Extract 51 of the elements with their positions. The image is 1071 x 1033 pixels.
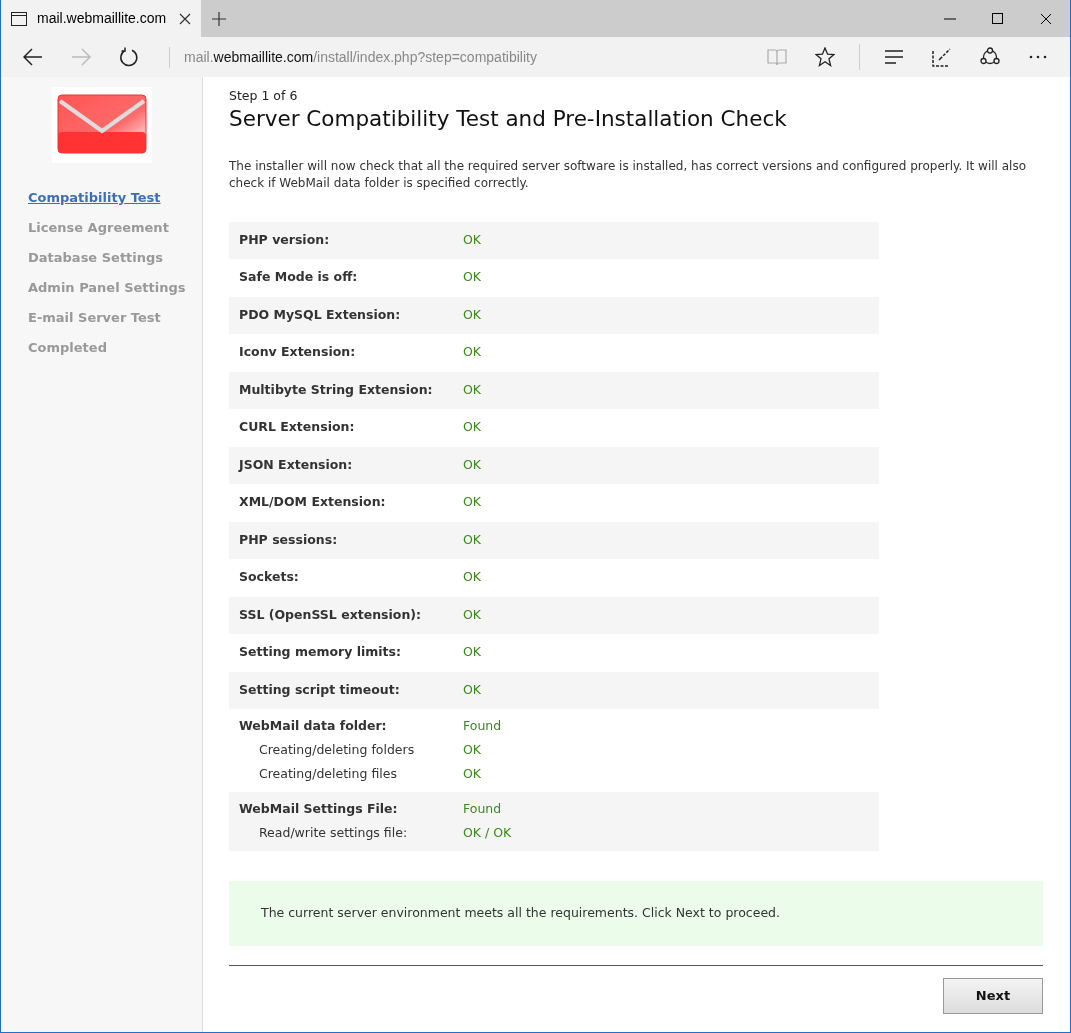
check-status: OK / OK xyxy=(463,823,512,842)
check-status: OK xyxy=(463,740,482,759)
check-label: Safe Mode is off: xyxy=(239,268,359,287)
check-status: OK xyxy=(463,230,482,249)
check-label: WebMail Settings File: xyxy=(239,799,399,818)
step-link[interactable]: Completed xyxy=(28,333,202,363)
close-icon[interactable] xyxy=(179,12,191,25)
step-link[interactable]: Compatibility Test xyxy=(28,183,202,213)
check-label: JSON Extension: xyxy=(239,455,354,474)
check-status: OK xyxy=(463,380,482,399)
next-button[interactable]: Next xyxy=(943,977,1043,1014)
check-status: OK xyxy=(463,343,482,362)
check-status: OK xyxy=(463,605,482,624)
check-status: OK xyxy=(463,305,482,324)
step-link[interactable]: E-mail Server Test xyxy=(28,303,202,333)
check-status: OK xyxy=(463,530,482,549)
check-status: OK xyxy=(463,764,482,783)
check-label: Multibyte String Extension: xyxy=(239,380,434,399)
check-status: OK xyxy=(463,418,482,437)
step-link[interactable]: Database Settings xyxy=(28,243,202,273)
check-status: OK xyxy=(463,268,482,287)
check-label: PHP sessions: xyxy=(239,530,339,549)
check-status: OK xyxy=(463,643,482,662)
tab-title: mail.webmaillite.com xyxy=(37,9,168,28)
check-status: Found xyxy=(463,716,502,735)
check-label: Read/write settings file: xyxy=(258,823,409,842)
check-label: Creating/deleting folders xyxy=(258,740,416,759)
check-label: Iconv Extension: xyxy=(239,343,357,362)
check-label: WebMail data folder: xyxy=(239,716,388,735)
intro-text: The installer will now check that all the required server software is installed, has correct versions and configured properly. It will also check if WebMail data folder is specified correctly. xyxy=(229,157,1027,192)
page-icon xyxy=(11,11,27,26)
check-label: Setting script timeout: xyxy=(239,680,401,699)
check-status: Found xyxy=(463,799,502,818)
browser-tab[interactable]: mail.webmaillite.com xyxy=(1,0,201,37)
step-link[interactable]: Admin Panel Settings xyxy=(28,273,202,303)
check-label: XML/DOM Extension: xyxy=(239,493,387,512)
check-label: PHP version: xyxy=(239,230,331,249)
step-indicator: Step 1 of 6 xyxy=(229,87,299,105)
check-label: PDO MySQL Extension: xyxy=(239,305,402,324)
check-status: OK xyxy=(463,680,482,699)
check-status: OK xyxy=(463,455,482,474)
check-label: Sockets: xyxy=(239,568,300,587)
check-label: Creating/deleting files xyxy=(258,764,398,783)
success-message: The current server environment meets all the requirements. Click Next to proceed. xyxy=(229,881,1043,946)
check-label: SSL (OpenSSL extension): xyxy=(239,605,422,624)
page-title: Server Compatibility Test and Pre-Installation Check xyxy=(229,105,788,132)
step-link[interactable]: License Agreement xyxy=(28,213,202,243)
check-status: OK xyxy=(463,568,482,587)
check-label: CURL Extension: xyxy=(239,418,356,437)
check-label: Setting memory limits: xyxy=(239,643,402,662)
check-status: OK xyxy=(463,493,482,512)
